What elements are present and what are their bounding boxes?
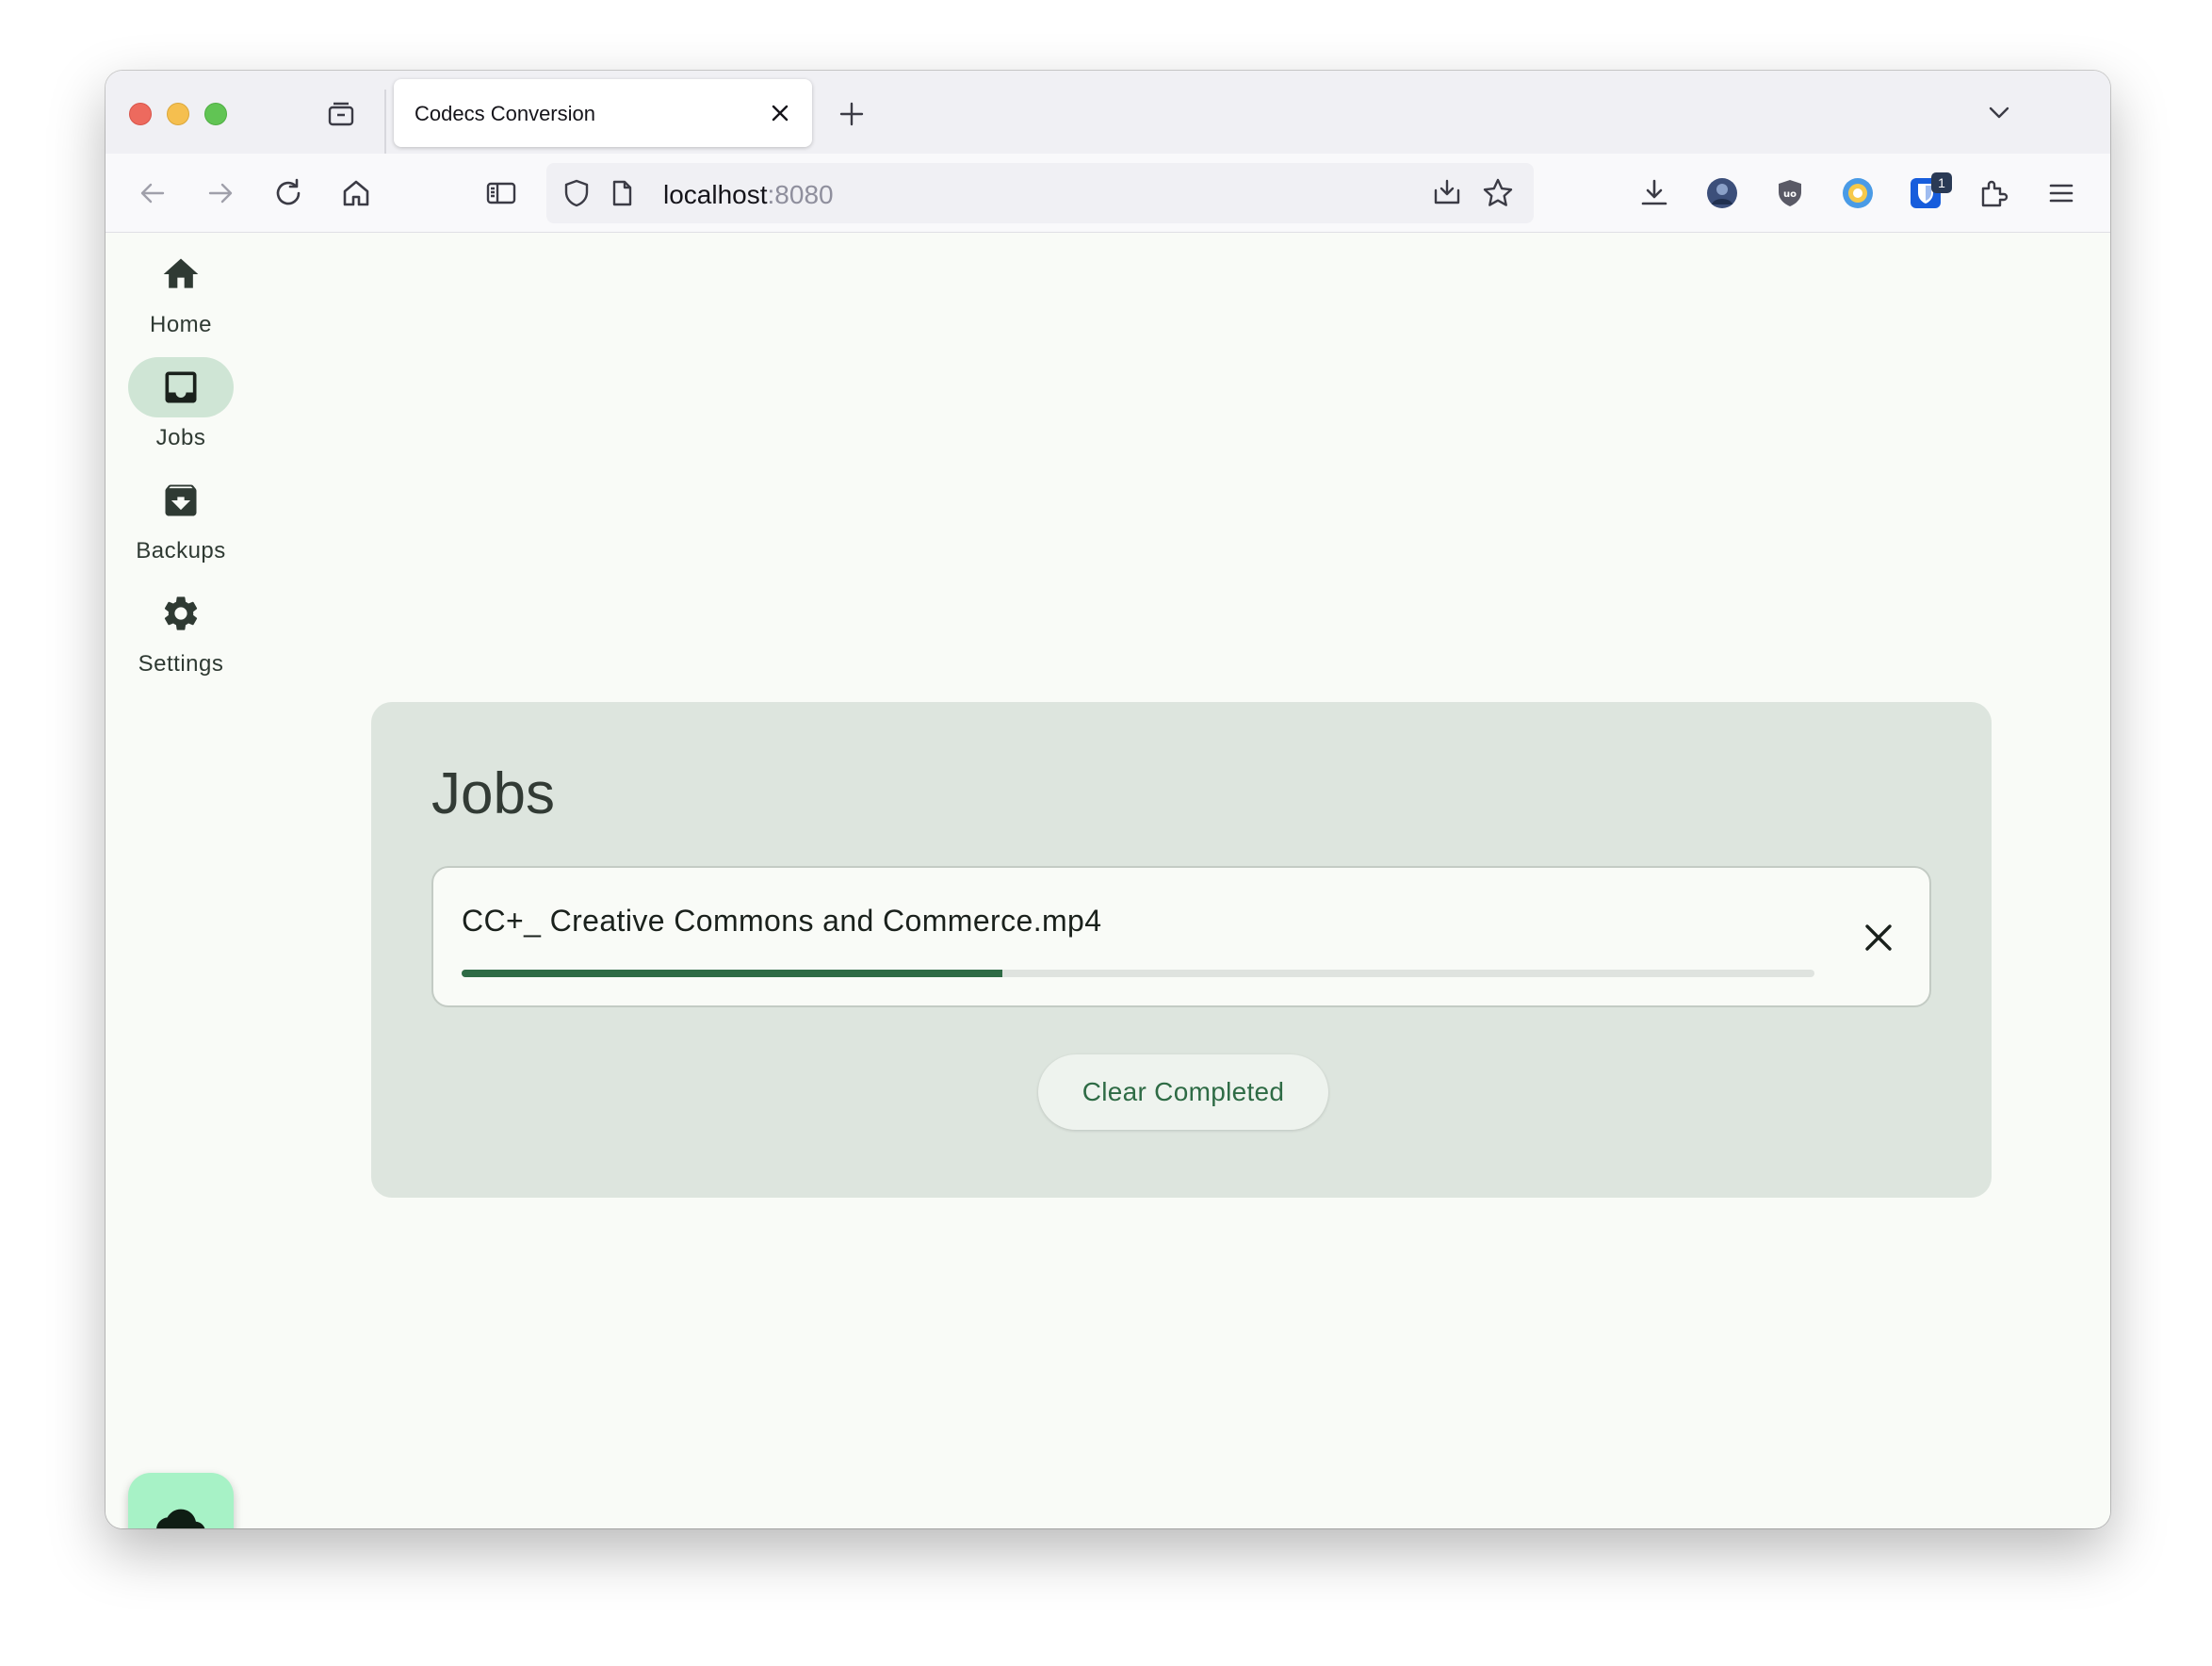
- url-port: :8080: [767, 180, 834, 209]
- ublock-shield-icon[interactable]: uo: [1767, 171, 1813, 216]
- browser-window: Codecs Conversion localhost:8080 uo 1 Ho…: [106, 71, 2110, 1528]
- upload-fab-button[interactable]: [128, 1473, 234, 1528]
- minimize-window-button[interactable]: [167, 103, 189, 125]
- rail-label-jobs: Jobs: [155, 425, 206, 450]
- menu-icon[interactable]: [2039, 171, 2084, 216]
- star-icon[interactable]: [1475, 171, 1521, 216]
- url-text[interactable]: localhost:8080: [663, 180, 834, 210]
- svg-text:uo: uo: [1783, 189, 1797, 200]
- home-toolbar-icon[interactable]: [333, 171, 379, 216]
- rail-item-home[interactable]: Home: [106, 244, 256, 338]
- extension-globe-icon[interactable]: [1835, 171, 1880, 216]
- bitwarden-icon[interactable]: 1: [1903, 171, 1952, 216]
- tab-divider: [384, 90, 386, 154]
- rail-pill: [128, 470, 234, 531]
- rail-pill-active: [128, 357, 234, 417]
- clear-completed-button[interactable]: Clear Completed: [1038, 1054, 1328, 1130]
- gear-icon: [164, 596, 198, 630]
- tab-title: Codecs Conversion: [415, 102, 595, 125]
- rail-label-backups: Backups: [136, 538, 226, 564]
- rail-pill: [128, 583, 234, 644]
- page-title: Jobs: [431, 761, 555, 826]
- app-page: Home Jobs Backups Settings Jobs CC+_ Cre…: [106, 233, 2110, 1528]
- cloud-icon: [156, 1509, 205, 1528]
- rail-label-home: Home: [149, 312, 213, 337]
- rail-item-settings[interactable]: Settings: [106, 583, 256, 678]
- close-icon[interactable]: [763, 96, 797, 130]
- sidebar-toggle-icon[interactable]: [479, 171, 524, 216]
- cancel-job-button[interactable]: [1850, 909, 1907, 966]
- close-window-button[interactable]: [129, 103, 152, 125]
- tab-groups-icon[interactable]: [324, 97, 358, 131]
- home-icon: [163, 258, 199, 288]
- chevron-down-icon[interactable]: [1982, 95, 2016, 129]
- url-bar[interactable]: localhost:8080: [546, 163, 1534, 223]
- job-file-name: CC+_ Creative Commons and Commerce.mp4: [462, 904, 1102, 938]
- rail-pill: [128, 244, 234, 304]
- tab-strip: Codecs Conversion: [106, 71, 2110, 154]
- job-progress-fill: [462, 970, 1003, 977]
- shield-icon[interactable]: [554, 171, 599, 216]
- rail-item-backups[interactable]: Backups: [106, 470, 256, 564]
- zoom-window-button[interactable]: [204, 103, 227, 125]
- close-icon: [1865, 924, 1892, 951]
- rail-item-jobs[interactable]: Jobs: [106, 357, 256, 451]
- save-to-pocket-icon[interactable]: [1424, 171, 1470, 216]
- url-host: localhost: [663, 180, 768, 209]
- tab-active[interactable]: Codecs Conversion: [394, 79, 812, 147]
- archive-icon: [165, 484, 197, 516]
- jobs-card: Jobs CC+_ Creative Commons and Commerce.…: [371, 702, 1992, 1198]
- account-avatar-icon[interactable]: [1700, 171, 1745, 216]
- rail-label-settings: Settings: [138, 651, 224, 677]
- reload-icon[interactable]: [266, 171, 311, 216]
- extensions-puzzle-icon[interactable]: [1971, 171, 2016, 216]
- downloads-icon[interactable]: [1632, 171, 1677, 216]
- inbox-icon: [165, 371, 197, 403]
- job-item: CC+_ Creative Commons and Commerce.mp4: [431, 866, 1931, 1007]
- navigation-toolbar: localhost:8080 uo 1: [106, 154, 2110, 233]
- page-icon[interactable]: [599, 171, 644, 216]
- forward-arrow-icon[interactable]: [198, 171, 243, 216]
- back-arrow-icon[interactable]: [130, 171, 175, 216]
- plus-icon[interactable]: [835, 97, 869, 131]
- job-progress-bar: [462, 970, 1814, 977]
- extension-badge: 1: [1931, 172, 1952, 193]
